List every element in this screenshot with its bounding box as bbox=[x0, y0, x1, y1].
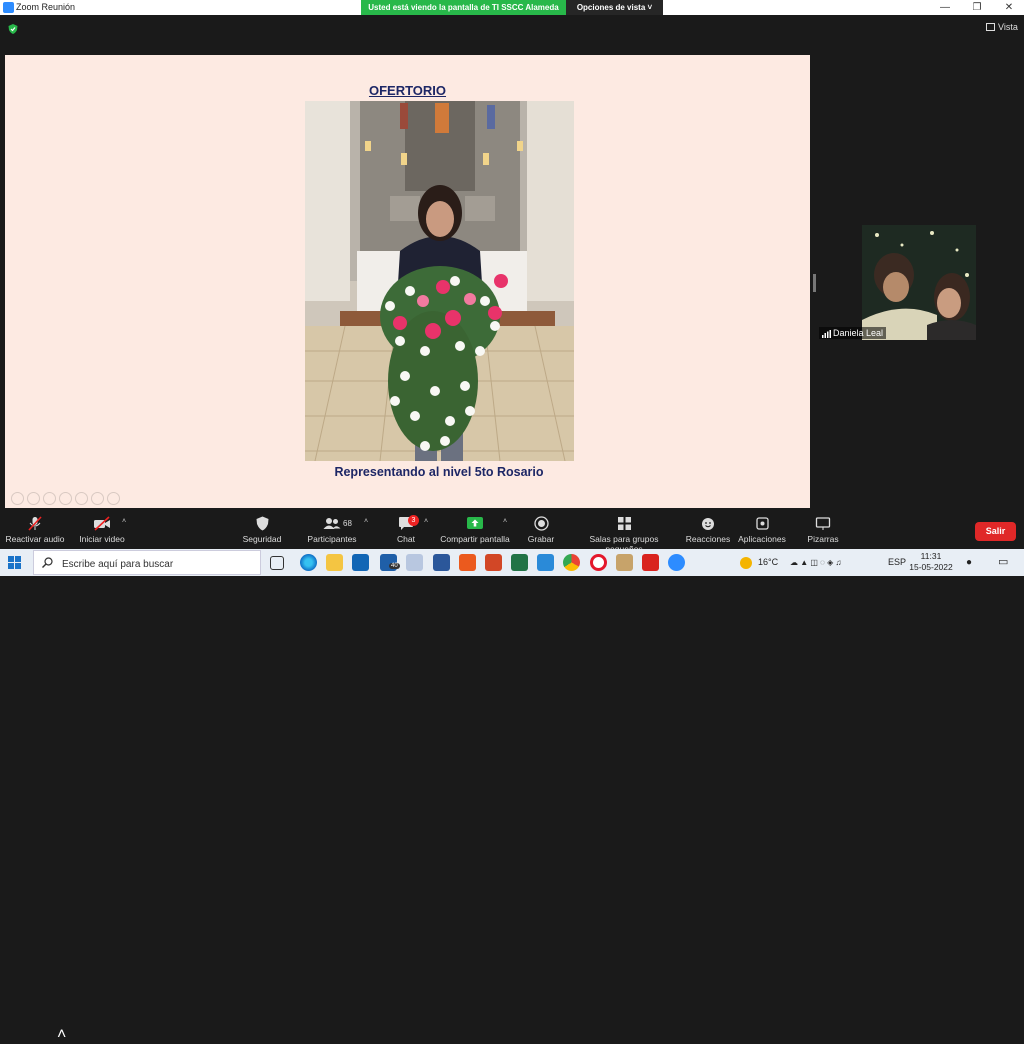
taskbar-search-input[interactable] bbox=[60, 555, 259, 573]
security-label: Seguridad bbox=[242, 534, 282, 544]
view-label: Vista bbox=[998, 22, 1018, 32]
acrobat-icon[interactable] bbox=[642, 554, 659, 571]
word-icon[interactable] bbox=[433, 554, 450, 571]
participants-options-caret[interactable]: ˄ bbox=[364, 518, 368, 525]
clock-date: 15-05-2022 bbox=[909, 562, 953, 572]
unmute-audio-label: Reactivar audio bbox=[5, 534, 65, 544]
windows-taskbar: 40 16°C ☁ ▲ ◫ ◌ ◈ ♫ ESP 11:31 15-05-2022… bbox=[0, 549, 1024, 576]
office-icon[interactable] bbox=[459, 554, 476, 571]
weather-icon[interactable] bbox=[740, 557, 752, 569]
breakout-rooms-button[interactable]: Salas para grupos pequeños bbox=[570, 508, 678, 554]
language-indicator[interactable]: ESP bbox=[888, 549, 906, 576]
reactions-label: Reacciones bbox=[685, 534, 731, 544]
search-icon bbox=[42, 557, 53, 568]
whiteboards-label: Pizarras bbox=[807, 534, 839, 544]
pen-icon[interactable] bbox=[43, 492, 56, 505]
whiteboard-icon bbox=[815, 517, 831, 530]
notifications-icon[interactable]: ▭ bbox=[998, 549, 1008, 576]
participants-button[interactable]: Participantes 68 bbox=[304, 508, 360, 549]
forward-icon[interactable] bbox=[27, 492, 40, 505]
chat-button[interactable]: Chat 3 bbox=[390, 508, 422, 549]
slide-title: OFERTORIO bbox=[368, 83, 447, 98]
chat-unread-badge: 3 bbox=[408, 515, 419, 526]
participants-label: Participantes bbox=[307, 534, 357, 544]
offertory-photo bbox=[305, 101, 574, 461]
share-screen-label: Compartir pantalla bbox=[440, 534, 510, 544]
encryption-shield-icon[interactable] bbox=[8, 24, 18, 34]
participant-video-tile[interactable] bbox=[862, 225, 976, 340]
view-options-label: Opciones de vista bbox=[576, 3, 646, 12]
paint-icon[interactable] bbox=[406, 554, 423, 571]
security-button[interactable]: Seguridad bbox=[238, 508, 286, 549]
zoom-app-icon bbox=[3, 2, 14, 13]
reactions-button[interactable]: Reacciones bbox=[685, 508, 731, 549]
close-button[interactable]: ✕ bbox=[994, 0, 1024, 15]
record-label: Grabar bbox=[527, 534, 555, 544]
window-title: Zoom Reunión bbox=[16, 2, 76, 12]
clock-time: 11:31 bbox=[920, 551, 942, 561]
powerpoint-icon[interactable] bbox=[485, 554, 502, 571]
shield-icon bbox=[256, 516, 268, 531]
view-button[interactable]: Vista bbox=[986, 22, 1018, 32]
zoom-icon[interactable] bbox=[75, 492, 88, 505]
slides-icon[interactable] bbox=[91, 492, 104, 505]
minimize-button[interactable]: — bbox=[930, 0, 960, 15]
apps-label: Aplicaciones bbox=[738, 534, 786, 544]
video-options-caret[interactable]: ˄ bbox=[122, 518, 126, 525]
screen-share-banner: Usted está viendo la pantalla de TI SSCC… bbox=[361, 0, 566, 15]
copy-icon[interactable] bbox=[59, 492, 72, 505]
signal-strength-icon bbox=[822, 330, 831, 338]
opera-icon[interactable] bbox=[590, 554, 607, 571]
photos-app-icon[interactable] bbox=[616, 554, 633, 571]
chat-label: Chat bbox=[397, 534, 415, 544]
chat-options-caret[interactable]: ˄ bbox=[424, 518, 428, 525]
participants-icon bbox=[323, 518, 341, 529]
slide-caption: Representando al nivel 5to Rosario bbox=[334, 465, 544, 479]
share-screen-icon bbox=[467, 517, 483, 529]
meeting-toolbar: Reactivar audio ˄ Iniciar video Segurida… bbox=[0, 508, 1024, 1043]
temperature-label[interactable]: 16°C bbox=[758, 549, 778, 576]
microsoft-store-icon[interactable] bbox=[352, 554, 369, 571]
record-icon bbox=[533, 516, 549, 531]
grid-view-icon bbox=[986, 23, 995, 31]
start-video-label: Iniciar video bbox=[79, 534, 125, 544]
start-video-button[interactable]: Iniciar video bbox=[74, 508, 130, 549]
muted-microphone-icon bbox=[28, 516, 42, 531]
participant-name-label: Daniela Leal bbox=[819, 327, 887, 339]
unmute-audio-button[interactable]: Reactivar audio bbox=[4, 508, 66, 549]
notification-indicator-icon[interactable]: ● bbox=[966, 549, 972, 576]
chevron-down-icon: ˅ bbox=[647, 3, 653, 12]
whiteboards-button[interactable]: Pizarras bbox=[803, 508, 843, 549]
file-explorer-icon[interactable] bbox=[326, 554, 343, 571]
share-options-caret[interactable]: ˄ bbox=[503, 518, 507, 525]
excel-icon[interactable] bbox=[511, 554, 528, 571]
restore-button[interactable]: ❐ bbox=[962, 0, 992, 15]
chrome-icon[interactable] bbox=[563, 554, 580, 571]
windows-start-icon[interactable] bbox=[8, 556, 21, 569]
network-app-icon[interactable] bbox=[537, 554, 554, 571]
back-icon[interactable] bbox=[11, 492, 24, 505]
tray-icons[interactable]: ☁ ▲ ◫ ◌ ◈ ♫ bbox=[790, 549, 842, 576]
taskbar-clock[interactable]: 11:31 15-05-2022 bbox=[906, 551, 956, 573]
breakout-rooms-icon bbox=[617, 517, 631, 530]
panel-resize-handle[interactable] bbox=[813, 274, 816, 292]
zoom-taskbar-icon[interactable] bbox=[668, 554, 685, 571]
participants-count: 68 bbox=[343, 519, 352, 528]
share-screen-button[interactable]: Compartir pantalla bbox=[440, 508, 510, 549]
taskbar-search-box[interactable] bbox=[33, 550, 261, 575]
audio-options-caret[interactable]: ˄ bbox=[57, 1026, 66, 1044]
edge-browser-icon[interactable] bbox=[300, 554, 317, 571]
view-options-button[interactable]: Opciones de vista ˅ bbox=[566, 0, 663, 15]
leave-meeting-button[interactable]: Salir bbox=[975, 522, 1016, 541]
record-button[interactable]: Grabar bbox=[524, 508, 558, 549]
shared-slide: OFERTORIO Representando al nivel 5to Ros… bbox=[5, 55, 810, 509]
more-icon[interactable] bbox=[107, 492, 120, 505]
task-view-icon[interactable] bbox=[270, 556, 284, 570]
mail-unread-badge: 40 bbox=[389, 563, 400, 569]
camera-off-icon bbox=[94, 516, 110, 531]
apps-button[interactable]: Aplicaciones bbox=[736, 508, 788, 549]
participant-name: Daniela Leal bbox=[833, 328, 884, 338]
apps-icon bbox=[755, 517, 769, 530]
smiley-plus-icon bbox=[701, 518, 714, 530]
